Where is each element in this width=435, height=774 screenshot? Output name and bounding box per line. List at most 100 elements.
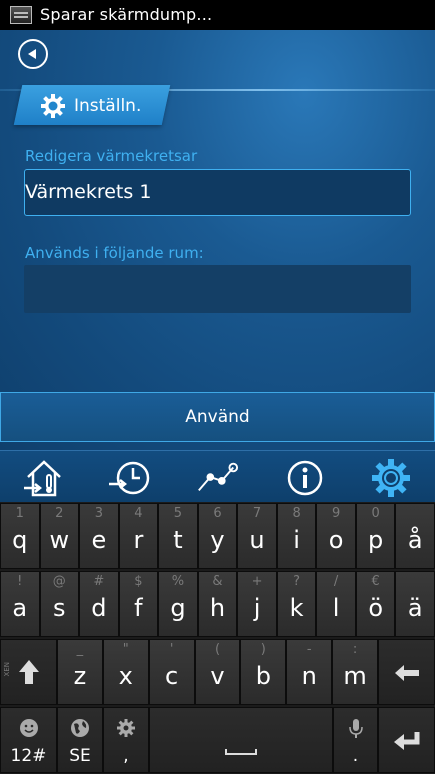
key-alt-label: 8 bbox=[292, 506, 301, 521]
nav-rooms[interactable] bbox=[22, 456, 66, 500]
back-button[interactable] bbox=[18, 39, 48, 69]
key-label: a bbox=[12, 594, 28, 622]
key-alt-label: 4 bbox=[134, 506, 143, 521]
key-label: b bbox=[255, 662, 271, 690]
symbols-label: 12# bbox=[10, 746, 47, 766]
key-label: x bbox=[118, 662, 133, 690]
key-alt-label: 1 bbox=[15, 506, 24, 521]
microphone-icon bbox=[348, 719, 363, 738]
apply-button[interactable]: Använd bbox=[0, 392, 435, 442]
backspace-key[interactable] bbox=[378, 639, 435, 705]
key-label: ä bbox=[407, 594, 423, 622]
key-label: ö bbox=[368, 594, 384, 622]
shift-arrow-icon bbox=[18, 660, 39, 684]
key-label: v bbox=[210, 662, 225, 690]
key-alt-label: ! bbox=[17, 574, 23, 589]
edit-circuits-label: Redigera värmekretsar bbox=[25, 147, 198, 165]
key-alt-label: : bbox=[352, 642, 358, 657]
language-label: SE bbox=[69, 746, 91, 766]
key-alt-label: $ bbox=[134, 574, 143, 589]
key-f[interactable]: $ f bbox=[118, 571, 159, 637]
nav-curve[interactable] bbox=[195, 456, 239, 500]
info-icon bbox=[287, 460, 323, 496]
comma-key[interactable]: , bbox=[103, 707, 149, 773]
key-l[interactable]: / l bbox=[316, 571, 356, 637]
key-label: p bbox=[368, 526, 384, 554]
status-notification-text: Sparar skärmdump... bbox=[40, 5, 213, 24]
key-t[interactable]: 5t bbox=[158, 503, 198, 569]
rooms-field[interactable] bbox=[24, 265, 411, 313]
key-r[interactable]: 4r bbox=[118, 503, 159, 569]
key-ö[interactable]: € ö bbox=[355, 571, 396, 637]
key-x[interactable]: " x bbox=[102, 639, 149, 705]
shift-key[interactable]: XEN bbox=[0, 639, 57, 705]
period-key[interactable]: . bbox=[333, 707, 378, 773]
bottom-nav bbox=[0, 450, 435, 503]
backspace-icon bbox=[394, 665, 419, 681]
key-label: i bbox=[293, 526, 300, 554]
key-i[interactable]: 8i bbox=[276, 503, 317, 569]
key-h[interactable]: & h bbox=[197, 571, 238, 637]
nav-info[interactable] bbox=[283, 456, 327, 500]
key-label: l bbox=[332, 594, 340, 622]
nav-schedule[interactable] bbox=[108, 456, 152, 500]
key-alt-label: 0 bbox=[371, 506, 380, 521]
key-p[interactable]: 0p bbox=[355, 503, 396, 569]
circuit-name-value: Värmekrets 1 bbox=[25, 181, 152, 203]
key-c[interactable]: ' c bbox=[148, 639, 195, 705]
key-alt-label: ? bbox=[293, 574, 301, 589]
key-o[interactable]: 9o bbox=[316, 503, 356, 569]
key-alt-label: + bbox=[251, 574, 263, 589]
enter-key[interactable] bbox=[378, 707, 435, 773]
key-alt-label: € bbox=[371, 574, 380, 589]
rooms-label: Används i följande rum: bbox=[25, 244, 204, 262]
key-ä[interactable]: ä bbox=[395, 571, 435, 637]
key-label: å bbox=[407, 526, 423, 554]
settings-tab-label: Inställn. bbox=[74, 96, 142, 116]
key-label: e bbox=[91, 526, 107, 554]
symbols-key[interactable]: 12# bbox=[0, 707, 57, 773]
key-u[interactable]: 7u bbox=[237, 503, 277, 569]
keyboard-row-4: 12# SE , . bbox=[0, 706, 435, 774]
key-label: z bbox=[73, 662, 87, 690]
key-v[interactable]: (v bbox=[194, 639, 241, 705]
key-w[interactable]: 2w bbox=[39, 503, 80, 569]
key-g[interactable]: % g bbox=[158, 571, 198, 637]
key-alt-label: _ bbox=[76, 642, 84, 657]
key-label: m bbox=[343, 662, 367, 690]
gear-icon bbox=[41, 94, 65, 118]
circuit-name-input[interactable]: Värmekrets 1 bbox=[24, 169, 411, 216]
key-e[interactable]: 3e bbox=[79, 503, 119, 569]
key-y[interactable]: 6y bbox=[197, 503, 238, 569]
key-alt-label: ) bbox=[260, 642, 266, 657]
nav-settings[interactable] bbox=[369, 456, 413, 500]
enter-icon bbox=[393, 732, 419, 750]
settings-tab[interactable]: Inställn. bbox=[40, 92, 141, 120]
key-q[interactable]: 1q bbox=[0, 503, 40, 569]
key-j[interactable]: + j bbox=[237, 571, 277, 637]
key-label: h bbox=[209, 594, 226, 622]
key-k[interactable]: ? k bbox=[276, 571, 317, 637]
graph-curve-icon bbox=[198, 462, 239, 492]
key-s[interactable]: @ s bbox=[39, 571, 80, 637]
key-b[interactable]: ) b bbox=[240, 639, 287, 705]
key-label: c bbox=[165, 662, 179, 690]
language-key[interactable]: SE bbox=[57, 707, 103, 773]
key-label: j bbox=[253, 594, 261, 622]
key-n[interactable]: -n bbox=[286, 639, 333, 705]
key-a[interactable]: ! a bbox=[0, 571, 40, 637]
globe-icon bbox=[71, 719, 89, 737]
key-label: n bbox=[301, 662, 317, 690]
keyboard-row-2: ! a @ s # d $ f% g & h + j? k / l € ö ä bbox=[0, 570, 435, 638]
key-label: d bbox=[91, 594, 107, 622]
key-label: g bbox=[170, 594, 186, 622]
comma-label: , bbox=[123, 746, 129, 766]
key-alt-label: 2 bbox=[55, 506, 64, 521]
key-å[interactable]: å bbox=[395, 503, 435, 569]
space-key[interactable] bbox=[149, 707, 333, 773]
key-z[interactable]: _ z bbox=[57, 639, 103, 705]
key-d[interactable]: # d bbox=[79, 571, 119, 637]
key-label: r bbox=[133, 526, 144, 554]
key-m[interactable]: :m bbox=[332, 639, 378, 705]
key-label: u bbox=[249, 526, 265, 554]
